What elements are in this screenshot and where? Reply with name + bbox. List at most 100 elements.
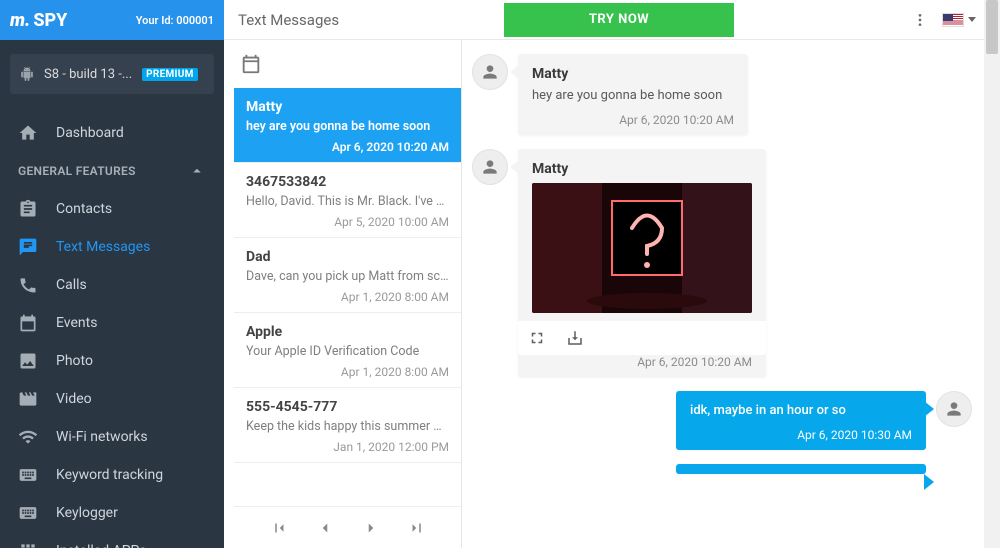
conversation-preview: Your Apple ID Verification Code <box>246 344 449 359</box>
calendar-icon <box>18 313 38 333</box>
nav-contacts[interactable]: Contacts <box>0 190 224 228</box>
next-page-icon[interactable] <box>362 519 380 537</box>
kebab-menu-icon[interactable] <box>912 12 928 28</box>
sidebar: m.SPY Your Id: 000001 S8 - build 13 -...… <box>0 0 224 548</box>
nav-photo[interactable]: Photo <box>0 342 224 380</box>
mms-image[interactable] <box>532 183 752 313</box>
nav-label: Wi-Fi networks <box>56 429 148 445</box>
conversation-item[interactable]: 3467533842Hello, David. This is Mr. Blac… <box>234 163 461 238</box>
scrollbar-track[interactable] <box>984 0 1000 548</box>
nav-label: Events <box>56 315 97 331</box>
device-selector[interactable]: S8 - build 13 -... PREMIUM <box>10 54 214 94</box>
home-icon <box>18 123 38 143</box>
calendar-icon <box>240 53 262 75</box>
chevron-up-icon <box>188 162 206 180</box>
language-selector[interactable] <box>942 13 976 27</box>
section-label: GENERAL FEATURES <box>18 164 136 178</box>
conversation-list: Mattyhey are you gonna be home soonApr 6… <box>234 88 461 500</box>
nav-keylogger[interactable]: Keylogger <box>0 494 224 532</box>
conversation-time: Apr 6, 2020 10:20 AM <box>246 140 449 154</box>
chevron-down-icon <box>968 17 976 22</box>
message-row-outgoing: idk, maybe in an hour or so Apr 6, 2020 … <box>472 391 972 450</box>
message-bubble <box>676 464 926 474</box>
nav-dashboard[interactable]: Dashboard <box>0 114 224 152</box>
message-timestamp: Apr 6, 2020 10:20 AM <box>532 355 752 369</box>
page-title: Text Messages <box>224 11 504 29</box>
avatar <box>936 391 972 427</box>
conversation-item[interactable]: AppleYour Apple ID Verification CodeApr … <box>234 313 461 388</box>
nav-text-messages[interactable]: Text Messages <box>0 228 224 266</box>
us-flag-icon <box>942 13 964 27</box>
message-body: idk, maybe in an hour or so <box>690 403 912 418</box>
message-bubble: Matty hey are you gonna be home soon Apr… <box>518 54 748 135</box>
keyboard-icon <box>18 503 38 523</box>
conversation-item[interactable]: Mattyhey are you gonna be home soonApr 6… <box>234 88 461 163</box>
nav-label: Text Messages <box>56 239 150 255</box>
conversation-name: 555-4545-777 <box>246 399 449 415</box>
person-icon <box>480 157 500 177</box>
device-label: S8 - build 13 -... <box>44 67 132 82</box>
nav-label: Keyword tracking <box>56 467 163 483</box>
message-row-incoming: Matty <box>472 149 972 377</box>
fullscreen-icon[interactable] <box>528 329 546 347</box>
last-page-icon[interactable] <box>408 519 426 537</box>
conversation-time: Jan 1, 2020 12:00 PM <box>246 440 449 454</box>
message-bubble: idk, maybe in an hour or so Apr 6, 2020 … <box>676 391 926 450</box>
message-timestamp: Apr 6, 2020 10:30 AM <box>690 428 912 442</box>
conversation-time: Apr 5, 2020 10:00 AM <box>246 215 449 229</box>
pager <box>234 506 461 548</box>
conversation-item[interactable]: 555-4545-777 Keep the kids happy this sum… <box>234 388 461 463</box>
chat-icon <box>18 237 38 257</box>
nav-label: Video <box>56 391 92 407</box>
wifi-icon <box>18 427 38 447</box>
main: Text Messages TRY NOW Mattyhey are you g… <box>224 0 1000 548</box>
first-page-icon[interactable] <box>270 519 288 537</box>
try-now-button[interactable]: TRY NOW <box>504 3 734 37</box>
download-icon[interactable] <box>566 329 584 347</box>
nav: Dashboard GENERAL FEATURES Contacts Text… <box>0 108 224 548</box>
nav-label: Contacts <box>56 201 112 217</box>
conversation-item[interactable]: DadDave, can you pick up Matt from schoo… <box>234 238 461 313</box>
conversation-time: Apr 1, 2020 8:00 AM <box>246 365 449 379</box>
conversation-list-panel: Mattyhey are you gonna be home soonApr 6… <box>234 40 462 548</box>
nav-wifi[interactable]: Wi-Fi networks <box>0 418 224 456</box>
nav-label: Dashboard <box>56 125 124 141</box>
nav-label: Installed APPs <box>56 543 147 548</box>
brand-bar: m.SPY Your Id: 000001 <box>0 0 224 40</box>
message-bubble: Matty <box>518 149 766 377</box>
person-icon <box>944 399 964 419</box>
message-row-outgoing <box>472 464 972 474</box>
scrollbar-thumb[interactable] <box>986 0 998 54</box>
image-icon <box>18 351 38 371</box>
prev-page-icon[interactable] <box>316 519 334 537</box>
nav-label: Calls <box>56 277 87 293</box>
message-row-incoming: Matty hey are you gonna be home soon Apr… <box>472 54 972 135</box>
nav-keyword-tracking[interactable]: Keyword tracking <box>0 456 224 494</box>
keyboard-icon <box>18 465 38 485</box>
user-id-label: Your Id: 000001 <box>136 14 214 27</box>
calendar-filter[interactable] <box>234 40 461 88</box>
avatar <box>472 149 508 185</box>
message-sender: Matty <box>532 161 752 177</box>
nav-calls[interactable]: Calls <box>0 266 224 304</box>
conversation-time: Apr 1, 2020 8:00 AM <box>246 290 449 304</box>
avatar <box>472 54 508 90</box>
message-thread-panel: Matty hey are you gonna be home soon Apr… <box>462 40 1000 548</box>
nav-label: Photo <box>56 353 93 369</box>
message-timestamp: Apr 6, 2020 10:20 AM <box>532 113 734 127</box>
nav-events[interactable]: Events <box>0 304 224 342</box>
nav-section-general[interactable]: GENERAL FEATURES <box>0 152 224 190</box>
mms-actions <box>518 321 766 355</box>
nav-installed-apps[interactable]: Installed APPs <box>0 532 224 548</box>
android-icon <box>20 67 34 81</box>
conversation-name: Matty <box>246 99 449 115</box>
nav-video[interactable]: Video <box>0 380 224 418</box>
video-icon <box>18 389 38 409</box>
apps-icon <box>18 541 38 548</box>
conversation-name: 3467533842 <box>246 174 449 190</box>
conversation-preview: Dave, can you pick up Matt from schoo... <box>246 269 449 284</box>
conversation-preview: Keep the kids happy this summer with ... <box>246 419 449 434</box>
clipboard-icon <box>18 199 38 219</box>
phone-icon <box>18 275 38 295</box>
nav-label: Keylogger <box>56 505 118 521</box>
